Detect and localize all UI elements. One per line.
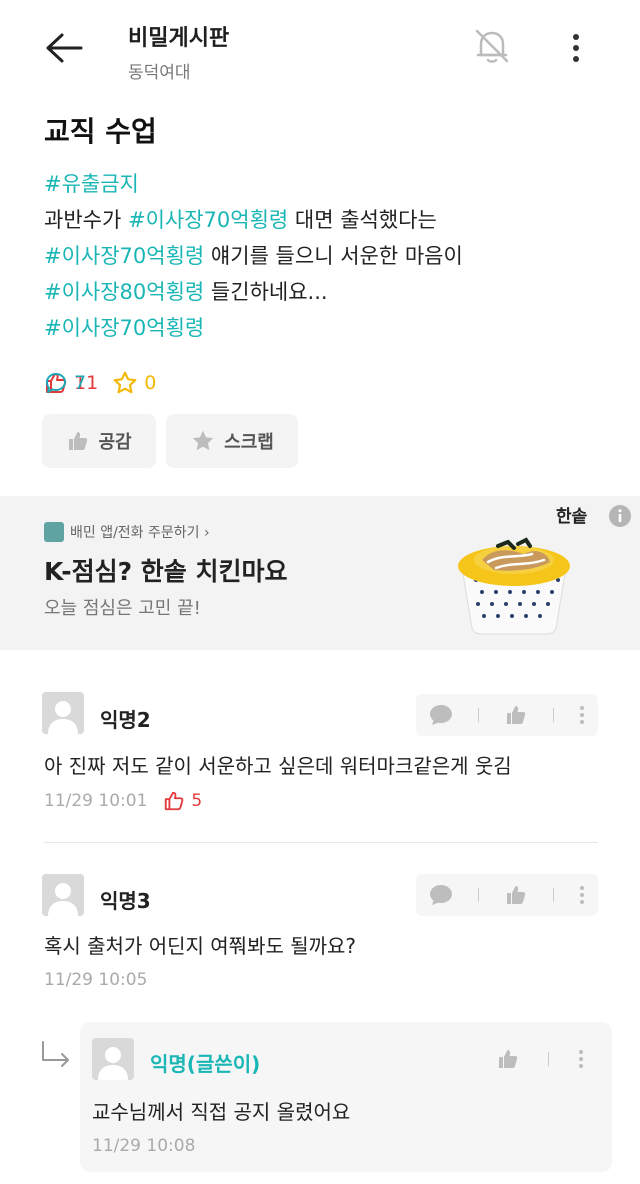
- post-stats: 11 7 0: [44, 370, 170, 396]
- post-body: #유출금지 과반수가 #이사장70억횡령 대면 출석했다는 #이사장70억횡령 얘기…: [44, 166, 614, 346]
- thumbs-up-icon: [69, 432, 88, 450]
- comment-time: 11/29 10:01: [44, 791, 148, 811]
- toolbar-separator: [477, 888, 479, 902]
- user-silhouette-icon: [92, 1038, 134, 1080]
- comment-divider: [44, 842, 598, 843]
- like-button[interactable]: 공감: [42, 414, 156, 468]
- bell-off-icon: [475, 29, 509, 63]
- hashtag-link[interactable]: #유출금지: [44, 172, 139, 196]
- more-vertical-icon[interactable]: [579, 885, 585, 905]
- more-vertical-icon[interactable]: [578, 1049, 584, 1069]
- reply-author: 익명(글쓴이): [150, 1052, 261, 1076]
- hashtag-link[interactable]: #이사장80억횡령: [44, 280, 204, 304]
- comment-author: 익명2: [100, 708, 151, 732]
- toolbar-separator: [548, 1052, 550, 1066]
- post-body-line: #유출금지: [44, 166, 614, 202]
- post-text: 들긴하네요...: [204, 280, 328, 304]
- ad-banner[interactable]: 한솥 배민 앱/전화 주문하기 › K-점심? 한솥 치킨마요 오늘 점심은 고…: [0, 496, 640, 650]
- comment-toolbar: [416, 694, 598, 736]
- reply-text: 교수님께서 직접 공지 올렸어요: [92, 1100, 351, 1124]
- comment-reply-icon[interactable]: [429, 704, 453, 726]
- comment-toolbar: [416, 874, 598, 916]
- comment-like-count: 5: [163, 790, 202, 812]
- user-silhouette-icon: [42, 874, 84, 916]
- board-title: 비밀게시판: [128, 26, 230, 51]
- more-options-button[interactable]: [560, 26, 592, 70]
- comment-time: 11/29 10:05: [44, 970, 148, 990]
- comment-count: 7: [44, 371, 640, 395]
- toolbar-separator: [477, 708, 479, 722]
- arrow-left-icon: [46, 33, 83, 63]
- reply-arrow-icon: [42, 1041, 69, 1067]
- ad-title: K-점심? 한솥 치킨마요: [44, 557, 288, 586]
- ad-link-text: 배민 앱/전화 주문하기 ›: [70, 525, 210, 541]
- more-vertical-icon[interactable]: [579, 705, 585, 725]
- post-text: 대면 출석했다는: [288, 208, 437, 232]
- thumbs-up-icon[interactable]: [504, 703, 528, 727]
- ad-app-logo: [44, 522, 64, 542]
- info-icon[interactable]: [608, 504, 632, 532]
- user-silhouette-icon: [42, 692, 84, 734]
- post-body-line: #이사장80억횡령 들긴하네요...: [44, 274, 614, 310]
- post-text: 과반수가: [44, 208, 128, 232]
- thumbs-up-icon: [165, 791, 184, 811]
- comment-count-value: 7: [74, 372, 87, 394]
- post-text: 얘기를 들으니 서운한 마음이: [204, 244, 463, 268]
- thumbs-up-icon[interactable]: [496, 1047, 520, 1071]
- post-body-line: #이사장70억횡령: [44, 310, 614, 346]
- hashtag-link[interactable]: #이사장70억횡령: [44, 316, 204, 340]
- app-header: 비밀게시판 동덕여대: [0, 0, 640, 96]
- school-name: 동덕여대: [128, 63, 191, 83]
- avatar: [42, 874, 84, 916]
- ad-link[interactable]: 배민 앱/전화 주문하기 ›: [44, 522, 210, 542]
- comment-like-value: 5: [191, 791, 203, 811]
- reply-time: 11/29 10:08: [92, 1136, 196, 1156]
- post-body-line: #이사장70억횡령 얘기를 들으니 서운한 마음이: [44, 238, 614, 274]
- comment-text: 아 진짜 저도 같이 서운하고 싶은데 워터마크같은게 웃김: [44, 754, 512, 778]
- hashtag-link[interactable]: #이사장70억횡령: [128, 208, 288, 232]
- post-body-line: 과반수가 #이사장70억횡령 대면 출석했다는: [44, 202, 614, 238]
- post-actions: 공감 스크랩: [42, 414, 308, 468]
- reply-comment: 익명(글쓴이) 교수님께서 직접 공지 올렸어요 11/29 10:08: [80, 1022, 612, 1172]
- comment-meta: 11/29 10:05: [44, 970, 147, 990]
- like-button-label: 공감: [98, 432, 132, 453]
- hashtag-link[interactable]: #이사장70억횡령: [44, 244, 204, 268]
- avatar: [42, 692, 84, 734]
- ad-description: 오늘 점심은 고민 끝!: [44, 598, 201, 619]
- comment-meta: 11/29 10:01 5: [44, 790, 202, 812]
- comment-text: 혹시 출처가 어딘지 여쭤봐도 될까요?: [44, 934, 357, 958]
- notification-toggle[interactable]: [470, 24, 514, 68]
- reply-meta: 11/29 10:08: [92, 1136, 195, 1156]
- reply-toolbar: [482, 1038, 598, 1080]
- scrap-button[interactable]: 스크랩: [166, 414, 298, 468]
- toolbar-separator: [553, 708, 555, 722]
- toolbar-separator: [553, 888, 555, 902]
- speech-bubble-icon: [46, 373, 66, 393]
- post-title: 교직 수업: [44, 115, 157, 148]
- thumbs-up-icon[interactable]: [504, 883, 528, 907]
- star-icon: [192, 430, 214, 451]
- comment-author: 익명3: [100, 889, 151, 913]
- chicken-bowl-image: [458, 537, 570, 635]
- avatar: [92, 1038, 134, 1080]
- comment-reply-icon[interactable]: [429, 884, 453, 906]
- scrap-button-label: 스크랩: [224, 432, 274, 453]
- back-button[interactable]: [40, 28, 88, 68]
- more-vertical-icon: [573, 34, 579, 62]
